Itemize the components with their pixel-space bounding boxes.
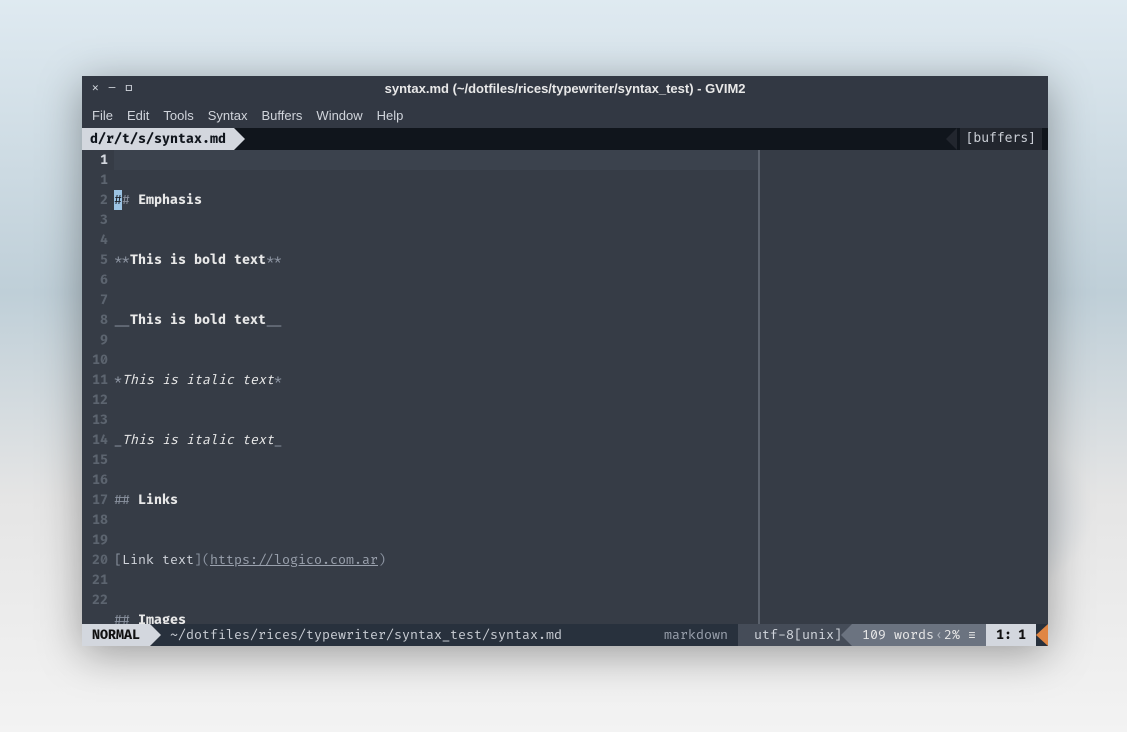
text-cursor: # [114, 190, 122, 210]
menu-edit[interactable]: Edit [127, 108, 149, 123]
status-mode: NORMAL [82, 624, 150, 646]
buffers-tab[interactable]: [buffers] [946, 128, 1042, 150]
titlebar[interactable]: ✕ — ☐ syntax.md (~/dotfiles/rices/typewr… [82, 76, 1048, 102]
status-position: 1:1 [986, 624, 1036, 646]
code-content[interactable]: ## Emphasis **This is bold text** __This… [114, 150, 758, 624]
window-title: syntax.md (~/dotfiles/rices/typewriter/s… [142, 81, 988, 96]
status-bar: NORMAL ~/dotfiles/rices/typewriter/synta… [82, 624, 1048, 646]
editor-area[interactable]: 1 1 2 3 4 5 6 7 8 9 10 11 12 13 14 15 16… [82, 150, 1048, 624]
status-wordcount: 109 words ‹ 2% ☰ [852, 624, 986, 646]
menu-file[interactable]: File [92, 108, 113, 123]
status-filetype: markdown [654, 624, 738, 646]
status-tail-icon [1036, 624, 1048, 646]
editor-window: ✕ — ☐ syntax.md (~/dotfiles/rices/typewr… [82, 76, 1048, 646]
minimize-icon[interactable]: — [109, 83, 116, 94]
cursor-line-highlight [114, 150, 758, 170]
menu-window[interactable]: Window [316, 108, 362, 123]
status-filepath: ~/dotfiles/rices/typewriter/syntax_test/… [150, 624, 572, 646]
status-encoding: utf-8[unix] [738, 624, 852, 646]
menu-tools[interactable]: Tools [163, 108, 193, 123]
menu-buffers[interactable]: Buffers [261, 108, 302, 123]
tab-active[interactable]: d/r/t/s/syntax.md [82, 128, 234, 150]
menu-help[interactable]: Help [377, 108, 404, 123]
line-number-gutter: 1 1 2 3 4 5 6 7 8 9 10 11 12 13 14 15 16… [82, 150, 114, 624]
menu-syntax[interactable]: Syntax [208, 108, 248, 123]
buffers-label: [buffers] [960, 128, 1042, 150]
maximize-icon[interactable]: ☐ [125, 83, 132, 94]
menu-bar: File Edit Tools Syntax Buffers Window He… [82, 102, 1048, 128]
close-icon[interactable]: ✕ [92, 83, 99, 94]
right-split[interactable] [758, 150, 1048, 624]
tab-bar: d/r/t/s/syntax.md [buffers] [82, 128, 1048, 150]
